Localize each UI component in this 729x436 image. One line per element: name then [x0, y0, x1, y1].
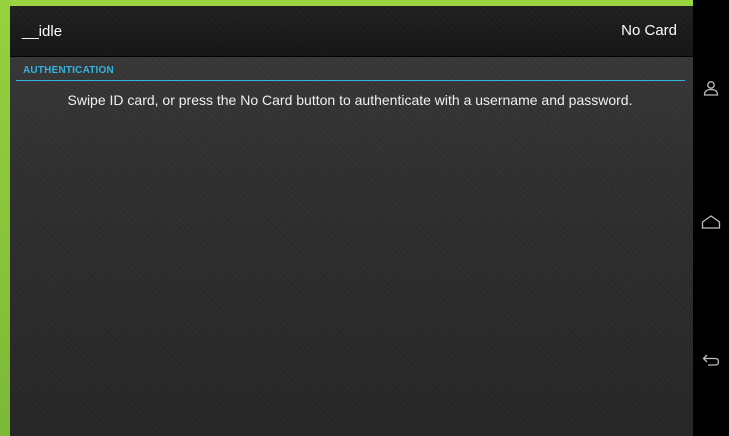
app-title: __idle — [22, 23, 63, 40]
section-label: AUTHENTICATION — [23, 65, 114, 76]
authentication-section-header: AUTHENTICATION — [16, 62, 685, 81]
no-card-button[interactable]: No Card — [617, 16, 681, 46]
home-icon[interactable] — [699, 210, 723, 234]
person-icon[interactable] — [699, 76, 723, 100]
app-screen: __idle No Card AUTHENTICATION Swipe ID c… — [10, 6, 693, 436]
device-frame-left — [0, 0, 10, 436]
back-icon[interactable] — [699, 348, 723, 372]
system-nav-bar — [693, 0, 729, 436]
action-bar: __idle No Card — [10, 6, 693, 57]
instruction-text: Swipe ID card, or press the No Card butt… — [67, 92, 633, 108]
